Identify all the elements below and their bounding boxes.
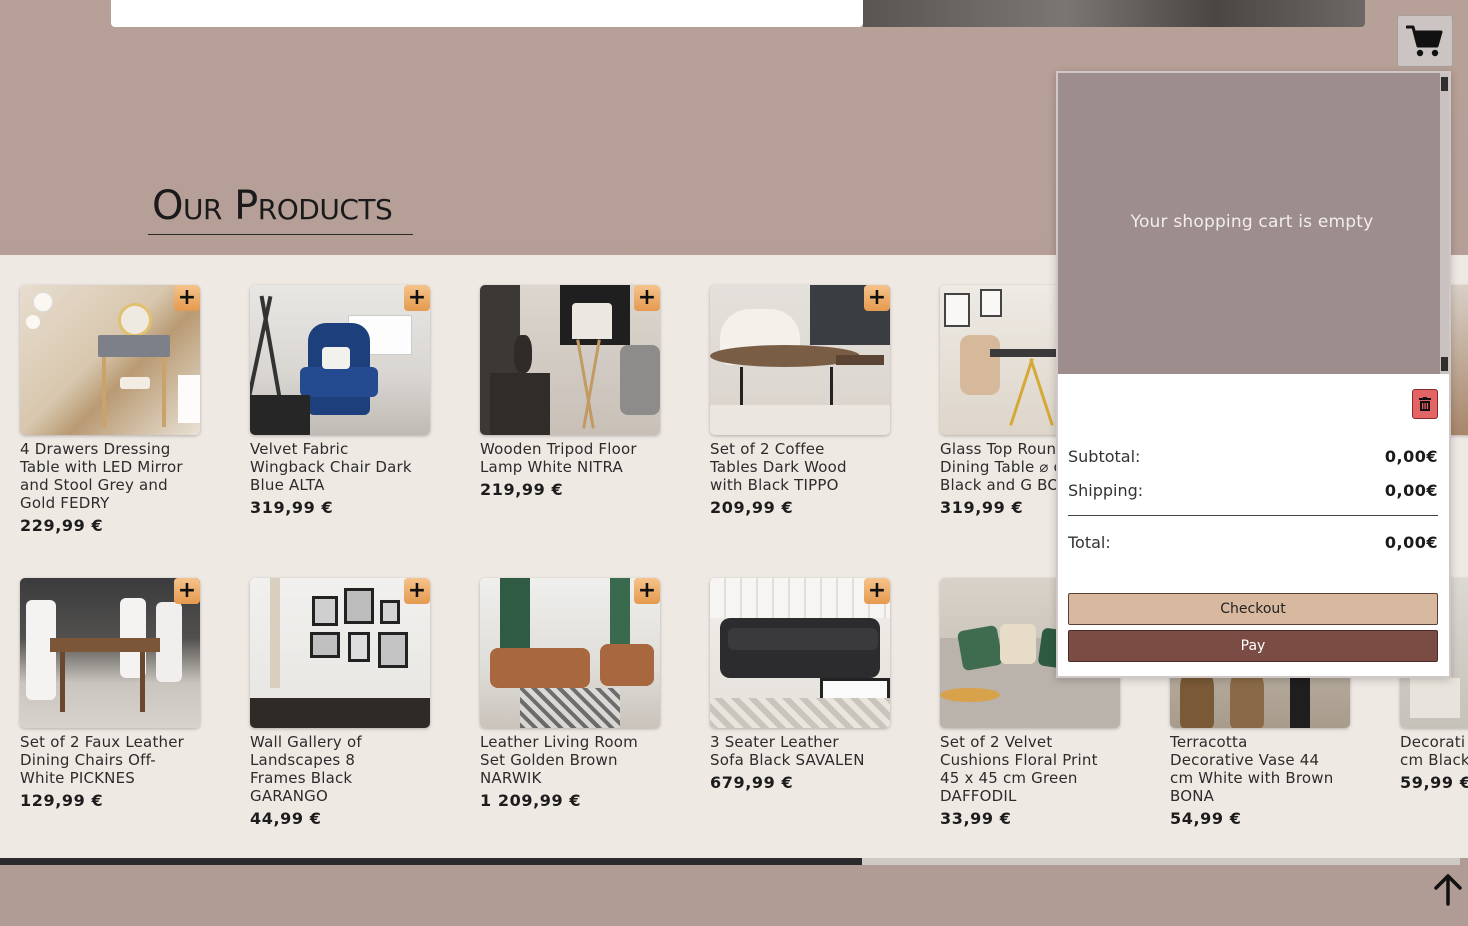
shipping-value: 0,00€ xyxy=(1384,481,1438,500)
add-to-cart-button[interactable]: + xyxy=(174,578,200,604)
cart-scrollbar-thumb-bottom[interactable] xyxy=(1441,357,1448,371)
product-price: 129,99 € xyxy=(20,791,104,810)
page-title: Our Products xyxy=(148,182,413,235)
product-name[interactable]: Set of 2 Coffee Tables Dark Wood with Bl… xyxy=(710,440,875,494)
product-name[interactable]: Decorati with Mag cm Black Copper xyxy=(1400,733,1468,769)
horizontal-scrollbar-thumb[interactable] xyxy=(0,858,862,865)
trash-icon xyxy=(1419,397,1431,411)
product-card[interactable]: + 4 Drawers Dressing Table with LED Mirr… xyxy=(20,285,200,535)
add-to-cart-button[interactable]: + xyxy=(634,578,660,604)
product-image[interactable]: + xyxy=(20,578,200,728)
product-image[interactable]: + xyxy=(480,578,660,728)
subtotal-label: Subtotal: xyxy=(1068,447,1141,466)
product-card[interactable]: + Wooden Tripod Floor Lamp White NITRA 2… xyxy=(480,285,660,499)
product-name[interactable]: Set of 2 Velvet Cushions Floral Print 45… xyxy=(940,733,1105,805)
product-name[interactable]: 4 Drawers Dressing Table with LED Mirror… xyxy=(20,440,185,512)
cart-button[interactable] xyxy=(1397,15,1453,67)
total-value: 0,00€ xyxy=(1384,533,1438,552)
product-card[interactable]: + Wall Gallery of Landscapes 8 Frames Bl… xyxy=(250,578,430,828)
hero-banner-panel xyxy=(111,0,863,27)
cart-items-area: Your shopping cart is empty xyxy=(1058,73,1440,374)
add-to-cart-button[interactable]: + xyxy=(864,285,890,311)
shipping-label: Shipping: xyxy=(1068,481,1144,500)
product-name[interactable]: Velvet Fabric Wingback Chair Dark Blue A… xyxy=(250,440,415,494)
hero-banner-image xyxy=(863,0,1365,27)
product-name[interactable]: Wall Gallery of Landscapes 8 Frames Blac… xyxy=(250,733,415,805)
add-to-cart-button[interactable]: + xyxy=(634,285,660,311)
product-name[interactable]: Set of 2 Faux Leather Dining Chairs Off-… xyxy=(20,733,185,787)
product-price: 44,99 € xyxy=(250,809,322,828)
cart-scrollbar-track[interactable] xyxy=(1440,73,1449,374)
product-image[interactable]: + xyxy=(250,578,430,728)
clear-cart-button[interactable] xyxy=(1412,389,1438,419)
subtotal-value: 0,00€ xyxy=(1384,447,1438,466)
cart-empty-message: Your shopping cart is empty xyxy=(1130,211,1374,232)
total-row: Total: 0,00€ xyxy=(1068,533,1438,552)
product-price: 59,99 € xyxy=(1400,773,1468,792)
product-image[interactable]: + xyxy=(20,285,200,435)
product-card[interactable]: + Set of 2 Coffee Tables Dark Wood with … xyxy=(710,285,890,517)
shipping-row: Shipping: 0,00€ xyxy=(1068,481,1438,500)
add-to-cart-button[interactable]: + xyxy=(404,285,430,311)
subtotal-row: Subtotal: 0,00€ xyxy=(1068,447,1438,466)
product-card[interactable]: + Velvet Fabric Wingback Chair Dark Blue… xyxy=(250,285,430,517)
cart-panel: Your shopping cart is empty Subtotal: 0,… xyxy=(1056,71,1451,678)
shopping-cart-icon xyxy=(1406,25,1443,57)
add-to-cart-button[interactable]: + xyxy=(174,285,200,311)
add-to-cart-button[interactable]: + xyxy=(864,578,890,604)
product-price: 54,99 € xyxy=(1170,809,1242,828)
product-name[interactable]: Wooden Tripod Floor Lamp White NITRA xyxy=(480,440,645,476)
product-image[interactable]: + xyxy=(480,285,660,435)
summary-divider xyxy=(1068,515,1438,516)
product-image[interactable]: + xyxy=(710,285,890,435)
product-card[interactable]: + Leather Living Room Set Golden Brown N… xyxy=(480,578,660,810)
total-label: Total: xyxy=(1068,533,1111,552)
product-image[interactable]: + xyxy=(250,285,430,435)
checkout-button[interactable]: Checkout xyxy=(1068,593,1438,625)
product-price: 319,99 € xyxy=(250,498,334,517)
back-to-top-button[interactable] xyxy=(1432,872,1464,906)
product-card[interactable]: + 3 Seater Leather Sofa Black SAVALEN 67… xyxy=(710,578,890,792)
product-price: 33,99 € xyxy=(940,809,1012,828)
product-name[interactable]: Terracotta Decorative Vase 44 cm White w… xyxy=(1170,733,1335,805)
product-name[interactable]: Leather Living Room Set Golden Brown NAR… xyxy=(480,733,645,787)
product-image[interactable]: + xyxy=(710,578,890,728)
product-name[interactable]: 3 Seater Leather Sofa Black SAVALEN xyxy=(710,733,875,769)
product-price: 229,99 € xyxy=(20,516,104,535)
cart-scrollbar-thumb[interactable] xyxy=(1441,77,1448,91)
product-price: 679,99 € xyxy=(710,773,794,792)
arrow-up-icon xyxy=(1434,874,1462,906)
product-price: 1 209,99 € xyxy=(480,791,582,810)
product-price: 219,99 € xyxy=(480,480,564,499)
add-to-cart-button[interactable]: + xyxy=(404,578,430,604)
product-card[interactable]: + Set of 2 Faux Leather Dining Chairs Of… xyxy=(20,578,200,810)
product-price: 209,99 € xyxy=(710,498,794,517)
pay-button[interactable]: Pay xyxy=(1068,630,1438,662)
